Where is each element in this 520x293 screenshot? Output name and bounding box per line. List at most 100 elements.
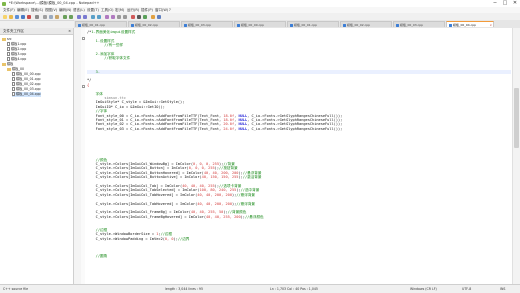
fold-toggle-icon[interactable]: - [81, 36, 85, 40]
replace-icon[interactable] [83, 14, 87, 19]
copy-icon[interactable] [49, 14, 53, 19]
code-token: //按钮背景 [219, 166, 238, 171]
tab-5[interactable]: 模板_00_01.cpp [287, 21, 339, 27]
code-line[interactable]: { [87, 83, 89, 87]
scrollbar-thumb[interactable] [514, 88, 519, 148]
code-line[interactable]: C_style->WindowPadding = ImVec2(0, 0);//… [87, 237, 190, 241]
panel-close-button[interactable]: × [68, 28, 71, 35]
code-line[interactable]: /*1.界面美化imgui设置样式 [87, 30, 135, 34]
print-icon[interactable] [35, 14, 39, 19]
code-token: 18.0f [223, 118, 235, 122]
sync-scroll-icon[interactable] [105, 14, 109, 19]
file-icon [7, 52, 10, 56]
new-file-icon[interactable] [3, 14, 7, 19]
code-editor[interactable]: - - /*1.界面美化imgui设置样式 1.设置样式 //有一些样 2.添加… [74, 28, 520, 284]
code-token: 100, 80, 240, 255 [199, 188, 237, 193]
file-icon [7, 47, 10, 51]
folder-workspace-panel: 文件夹工作区 × src 模板1.cpp 模板2.cpp 模板3.cpp 模板4.cpp… [0, 28, 74, 284]
paste-icon[interactable] [55, 14, 59, 19]
zoom-in-icon[interactable] [91, 14, 95, 19]
play-macro-icon[interactable] [143, 14, 147, 19]
code-token: , C_io->Fonts->GetGlyphRangesChineseFull… [247, 126, 343, 131]
file-tab-icon [342, 23, 346, 27]
tab-label: 模板_00_01.cpp [294, 23, 318, 27]
code-token: C_style->Colors[ImGuiCol_FrameBg] = ImCo… [87, 210, 191, 215]
tab-2[interactable]: 模板_00_02.cpp [128, 21, 180, 27]
code-token: { [87, 82, 90, 87]
close-tab-icon[interactable]: × [489, 22, 492, 27]
code-line[interactable]: Font_style_03 = C_io->Fonts->AddFontFrom… [87, 126, 343, 131]
word-wrap-icon[interactable] [111, 14, 115, 19]
code-token: 20.0f [223, 122, 235, 127]
code-token: //边框 [160, 232, 173, 237]
code-token: 字体 [95, 91, 103, 96]
code-line[interactable]: //有一些样 [87, 43, 123, 47]
open-file-icon[interactable] [9, 14, 13, 19]
record-macro-icon[interactable] [131, 14, 135, 19]
save-all-icon[interactable] [21, 14, 25, 19]
code-token: 1.界面美化imgui设置样式 [91, 30, 136, 34]
code-line[interactable]: C_style->Colors[ImGuiCol_ButtonActive] =… [87, 175, 262, 179]
code-token: , C_io->Fonts->GetGlyphRangesChineseFull… [247, 113, 343, 118]
folder-workspace-icon[interactable] [151, 14, 155, 19]
current-line-highlight [87, 69, 511, 74]
tab-1[interactable]: 模板_00_01.cpp [75, 21, 127, 27]
tab-6[interactable]: 模板_00_02.cpp [340, 21, 392, 27]
code-line[interactable]: //获取字体文件 [87, 56, 130, 60]
tab-8[interactable]: 模板_00_04.cpp × [446, 21, 494, 27]
zoom-out-icon[interactable] [97, 14, 101, 19]
code-line[interactable]: //圆角 [87, 254, 108, 258]
tree-item-label: 模板_00_04.cpp [16, 92, 41, 96]
function-list-icon[interactable] [157, 14, 161, 19]
code-line[interactable]: 3. [87, 70, 100, 74]
close-button[interactable]: ✕ [510, 0, 520, 7]
undo-icon[interactable] [63, 14, 67, 19]
code-line[interactable]: C_style->Colors[ImGuiCol_FrameBgHovered]… [87, 215, 264, 219]
code-token: 40, 40, 200, 200 [197, 192, 232, 197]
code-line[interactable]: C_style->Colors[ImGuiCol_TabHovered] = I… [87, 202, 255, 206]
tab-3[interactable]: 模板_00_03.cpp [181, 21, 233, 27]
tab-label: 模板_00_02.cpp [347, 23, 371, 27]
find-icon[interactable] [77, 14, 81, 19]
fold-toggle-icon[interactable]: - [81, 85, 85, 89]
maximize-button[interactable]: □ [500, 0, 510, 7]
file-icon [7, 42, 10, 46]
fold-margin [81, 28, 85, 284]
close-file-icon[interactable] [27, 14, 31, 19]
code-token: 40, 40, 255, 50 [190, 210, 224, 215]
file-tab-icon [395, 23, 399, 27]
cut-icon[interactable] [43, 14, 47, 19]
show-all-chars-icon[interactable] [117, 14, 121, 19]
file-icon [7, 57, 10, 61]
tab-label: 模板_00_03.cpp [188, 23, 212, 27]
tab-7[interactable]: 模板_00_03.cpp [393, 21, 445, 27]
code-token: //获取字体文件 [87, 56, 131, 61]
stop-macro-icon[interactable] [137, 14, 141, 19]
code-token: 40, 150, 150, 255 [201, 175, 239, 180]
tab-4[interactable]: 模板_00_00.cpp [234, 21, 286, 27]
code-token: C_style->Colors[ImGuiCol_TabSelected] = … [87, 188, 200, 193]
code-token: , C_io->Fonts->GetGlyphRangesChineseFull… [247, 118, 343, 122]
code-token: 3. [87, 69, 100, 74]
code-token: //悬浮颜色 [244, 214, 264, 219]
save-icon[interactable] [15, 14, 19, 19]
code-token: 24.0f [223, 126, 235, 131]
code-token: Font_style_00 = C_io->Fonts->AddFontFrom… [87, 113, 224, 118]
tree-item-label: 模板2.cpp [11, 47, 27, 51]
file-tab-icon [289, 23, 293, 27]
code-token: C_style->Colors[ImGuiCol_TabHovered] = I… [87, 192, 198, 197]
code-token: //背景颜色 [227, 210, 247, 215]
minimize-button[interactable]: ─ [490, 0, 500, 7]
code-text[interactable]: /*1.界面美化imgui设置样式 1.设置样式 //有一些样 2.添加字体 /… [87, 28, 511, 284]
tree-file-item[interactable]: 模板_00_04.cpp [12, 92, 41, 97]
vertical-scrollbar[interactable] [512, 28, 520, 284]
indent-guide-icon[interactable] [123, 14, 127, 19]
code-line[interactable]: C_style->Colors[ImGuiCol_TabHovered] = I… [87, 193, 255, 197]
redo-icon[interactable] [69, 14, 73, 19]
tree-item-label: 模板_00 [12, 67, 25, 71]
file-icon [12, 87, 15, 91]
tree-item-label: 模板1.cpp [11, 42, 27, 46]
file-icon [12, 77, 15, 81]
window-title: *E:\Workspace\...\模板\模板_00_04.cpp - Note… [9, 1, 100, 5]
